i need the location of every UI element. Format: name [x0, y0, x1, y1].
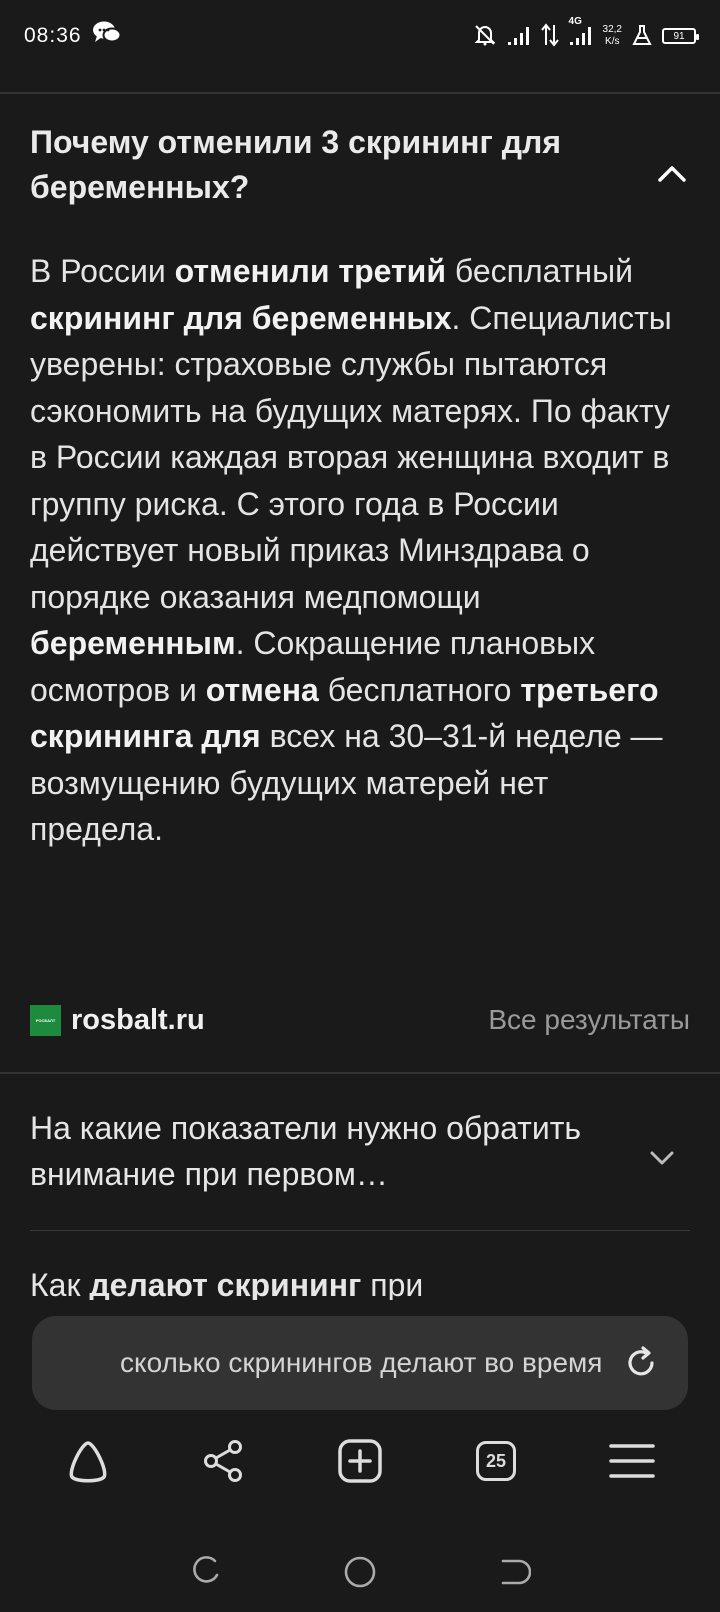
- net-speed: 32,2 K/s: [602, 24, 622, 47]
- faq-item-expanded[interactable]: Почему отменили 3 скрининг для беременны…: [30, 120, 690, 210]
- chevron-down-icon[interactable]: [646, 1139, 678, 1171]
- all-results-link[interactable]: Все результаты: [488, 1004, 690, 1036]
- browser-bottom-panel: сколько скринингов делают во время берем…: [0, 1300, 720, 1612]
- search-bar[interactable]: сколько скринингов делают во время берем…: [32, 1316, 688, 1410]
- signal-2-icon: 4G: [569, 16, 593, 49]
- battery-level: 91: [673, 30, 685, 42]
- source-name[interactable]: rosbalt.ru: [71, 1004, 205, 1037]
- faq-item-collapsed[interactable]: На какие показатели нужно обратить внима…: [30, 1105, 690, 1197]
- clock: 08:36: [24, 24, 82, 47]
- text-span: В России: [30, 253, 175, 289]
- network-type: 4G: [568, 15, 582, 27]
- faq-question[interactable]: На какие показатели нужно обратить внима…: [30, 1105, 620, 1197]
- highlighted-text: скрининг для беременных: [30, 299, 452, 336]
- search-query[interactable]: сколько скринингов делают во время берем…: [120, 1347, 610, 1379]
- menu-icon[interactable]: [602, 1431, 662, 1491]
- refresh-icon[interactable]: [622, 1344, 660, 1382]
- source-row: РОСБАЛТ rosbalt.ru Все результаты: [30, 1000, 690, 1040]
- highlighted-text: беременным: [30, 625, 236, 661]
- alice-assistant-icon[interactable]: [58, 1431, 118, 1491]
- flask-icon: [632, 24, 652, 49]
- status-bar: 08:36 4G 32,2 K/s 91: [0, 0, 720, 72]
- text-span: при: [361, 1267, 424, 1302]
- faq-answer: В России отменили третий бесплатный скри…: [30, 248, 690, 853]
- highlighted-text: отмена: [205, 671, 319, 708]
- chat-notification-icon: [92, 20, 122, 52]
- tabs-count[interactable]: 25: [476, 1441, 516, 1481]
- home-icon[interactable]: [342, 1554, 378, 1595]
- tabs-button[interactable]: 25: [466, 1431, 526, 1491]
- chevron-up-icon[interactable]: [654, 156, 690, 192]
- recent-apps-icon[interactable]: [189, 1555, 223, 1594]
- data-transfer-icon: [540, 22, 559, 50]
- divider: [0, 1072, 720, 1074]
- new-tab-icon[interactable]: [330, 1431, 390, 1491]
- text-span: бесплатный: [446, 253, 633, 289]
- text-span: бесплатного: [318, 671, 521, 708]
- browser-toolbar: 25: [0, 1406, 720, 1516]
- highlighted-text: делают скрининг: [89, 1267, 362, 1302]
- mute-bell-icon: [473, 23, 497, 50]
- back-icon[interactable]: [497, 1555, 531, 1594]
- divider: [30, 1230, 690, 1231]
- source-link[interactable]: РОСБАЛТ rosbalt.ru: [30, 1004, 205, 1037]
- battery-icon: 91: [662, 28, 699, 44]
- highlighted-text: отменили третий: [174, 253, 446, 289]
- faq-question[interactable]: Почему отменили 3 скрининг для беременны…: [30, 120, 590, 210]
- share-icon[interactable]: [194, 1431, 254, 1491]
- text-span: Как: [30, 1267, 90, 1302]
- text-span: . Специалисты уверены: страховые службы …: [30, 299, 672, 615]
- faq-item-next[interactable]: Как делают скрининг при: [30, 1262, 690, 1302]
- system-nav-bar: [0, 1536, 720, 1612]
- rosbalt-logo-icon: РОСБАЛТ: [30, 1004, 61, 1036]
- signal-1-icon: [507, 24, 531, 49]
- divider: [0, 92, 720, 94]
